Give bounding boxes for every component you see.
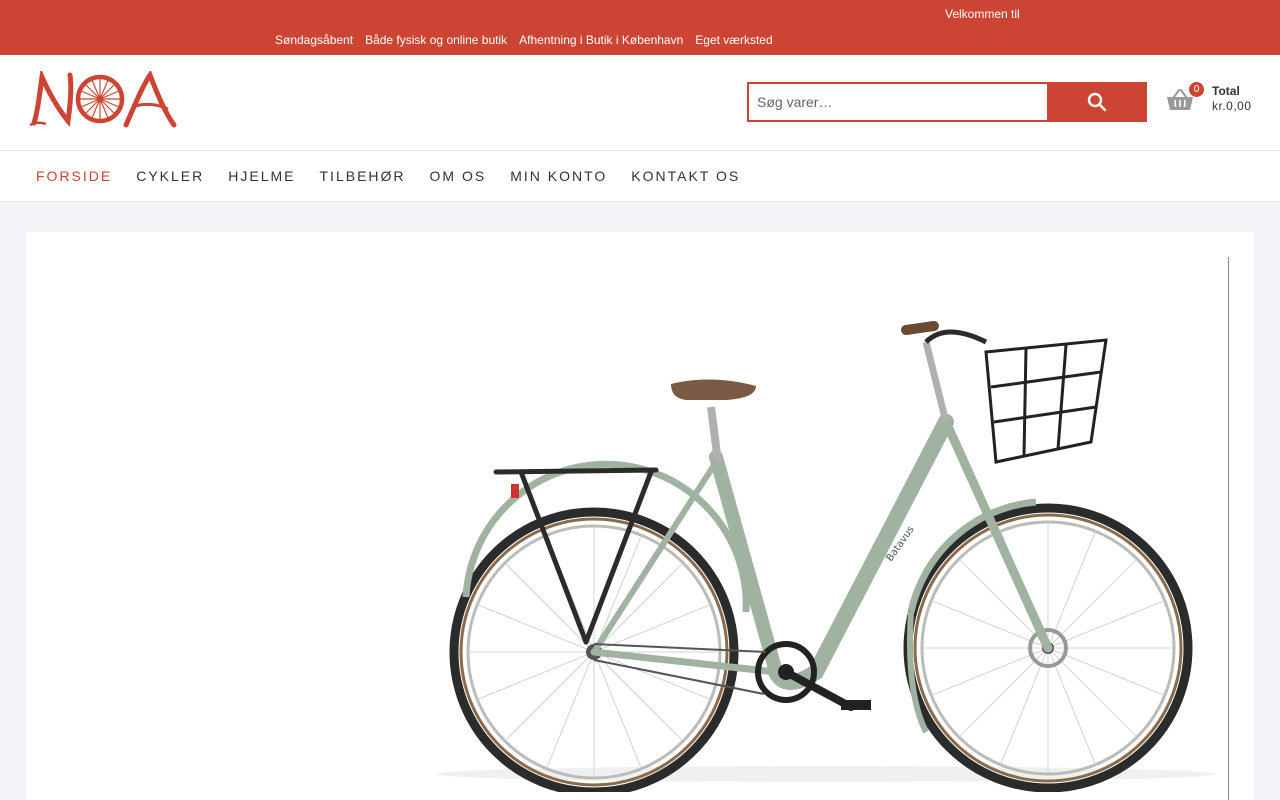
usp-physical-online[interactable]: Både fysisk og online butik xyxy=(365,33,507,47)
nav-item-cykler[interactable]: CYKLER xyxy=(136,168,204,184)
main-navigation: FORSIDE CYKLER HJELME TILBEHØR OM OS MIN… xyxy=(0,151,1280,202)
front-basket xyxy=(984,338,1108,464)
logo[interactable] xyxy=(28,67,178,129)
top-bar: Velkommen til Søndagsåbent Både fysisk o… xyxy=(0,0,1280,55)
slider-divider xyxy=(1228,257,1229,800)
search-button[interactable] xyxy=(1047,82,1147,122)
nav-item-hjelme[interactable]: HJELME xyxy=(228,168,295,184)
hero-section: Batavus xyxy=(26,232,1254,800)
nav-item-min-konto[interactable]: MIN KONTO xyxy=(510,168,607,184)
welcome-text: Velkommen til xyxy=(945,7,1020,21)
cart-widget[interactable]: 0 Total kr.0,00 xyxy=(1166,82,1266,122)
usp-links: Søndagsåbent Både fysisk og online butik… xyxy=(275,33,773,47)
cart-total-label: Total xyxy=(1212,84,1240,98)
header: 0 Total kr.0,00 xyxy=(0,55,1280,151)
usp-pickup[interactable]: Afhentning i Butik i København xyxy=(519,33,683,47)
usp-workshop[interactable]: Eget værksted xyxy=(695,33,772,47)
cart-count-badge: 0 xyxy=(1189,82,1204,97)
nav-item-tilbehor[interactable]: TILBEHØR xyxy=(320,168,406,184)
noa-logo-image xyxy=(29,67,177,128)
nav-item-om-os[interactable]: OM OS xyxy=(430,168,487,184)
search-icon xyxy=(1087,92,1107,112)
search-bar xyxy=(747,82,1147,122)
nav-item-forside[interactable]: FORSIDE xyxy=(36,168,112,184)
usp-sunday-open[interactable]: Søndagsåbent xyxy=(275,33,353,47)
search-input[interactable] xyxy=(747,82,1047,122)
nav-item-kontakt-os[interactable]: KONTAKT OS xyxy=(631,168,740,184)
cart-total-value: kr.0,00 xyxy=(1212,99,1252,113)
bicycle-image[interactable]: Batavus xyxy=(426,312,1226,792)
